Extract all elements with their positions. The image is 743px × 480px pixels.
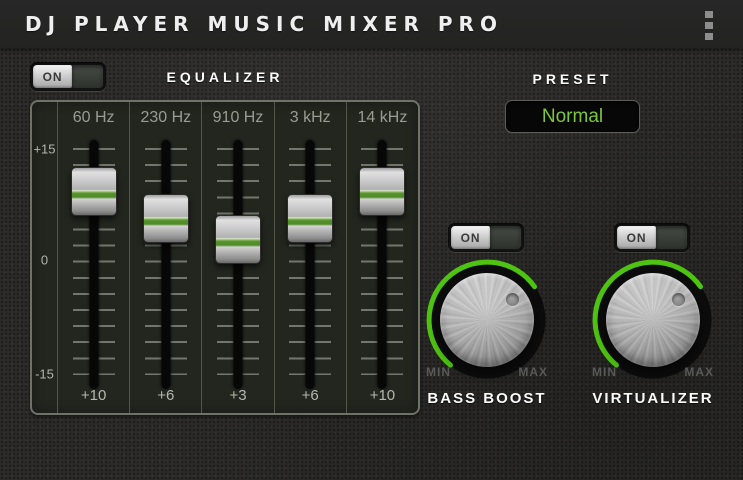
band-freq-label: 910 Hz (202, 109, 273, 127)
band-gain-label: +3 (202, 387, 273, 404)
knob-indicator-dot (672, 293, 685, 306)
band-freq-label: 14 kHz (347, 109, 418, 127)
preset-dropdown[interactable]: Normal (505, 100, 640, 133)
virtualizer-on-toggle[interactable]: ON (614, 223, 690, 252)
eq-slider-thumb[interactable] (287, 194, 333, 243)
band-freq-label: 230 Hz (130, 109, 201, 127)
min-label: MIN (592, 365, 617, 379)
eq-slider[interactable] (58, 138, 129, 392)
eq-slider-thumb[interactable] (215, 215, 261, 264)
preset-section-label: PRESET (505, 71, 640, 87)
scale-label-bottom: -15 (32, 367, 57, 382)
eq-slider-thumb[interactable] (71, 167, 117, 216)
toggle-track (656, 226, 687, 249)
eq-slider[interactable] (275, 138, 346, 392)
virtualizer-dial[interactable] (606, 273, 700, 367)
max-label: MAX (518, 365, 548, 379)
bass-boost-knob[interactable]: MIN MAX (422, 255, 552, 385)
eq-band-60hz: 60 Hz +10 (57, 102, 129, 413)
min-label: MIN (426, 365, 451, 379)
slider-track (306, 140, 315, 389)
band-freq-label: 60 Hz (58, 109, 129, 127)
eq-scale-column: +15 0 -15 (32, 102, 57, 413)
toggle-on-label: ON (617, 226, 656, 249)
bass-boost-on-toggle[interactable]: ON (448, 223, 524, 252)
eq-slider-thumb[interactable] (143, 194, 189, 243)
knob-indicator-dot (506, 293, 519, 306)
virtualizer-knob[interactable]: MIN MAX (588, 255, 718, 385)
slider-track (161, 140, 170, 389)
eq-band-14khz: 14 kHz +10 (346, 102, 418, 413)
max-label: MAX (684, 365, 714, 379)
scale-label-top: +15 (32, 142, 57, 157)
band-freq-label: 3 kHz (275, 109, 346, 127)
app-header: DJ PLAYER MUSIC MIXER PRO (0, 0, 743, 48)
overflow-menu-icon[interactable] (700, 9, 718, 41)
virtualizer-label: VIRTUALIZER (568, 390, 738, 407)
equalizer-panel: +15 0 -15 60 Hz +10 230 Hz +6 910 Hz (30, 100, 420, 415)
bass-boost-dial[interactable] (440, 273, 534, 367)
band-gain-label: +10 (58, 387, 129, 404)
app-title: DJ PLAYER MUSIC MIXER PRO (25, 0, 503, 48)
equalizer-section-label: EQUALIZER (30, 69, 420, 85)
slider-track (234, 140, 243, 389)
band-gain-label: +6 (130, 387, 201, 404)
eq-band-3khz: 3 kHz +6 (274, 102, 346, 413)
eq-slider[interactable] (202, 138, 273, 392)
eq-slider[interactable] (130, 138, 201, 392)
eq-slider-thumb[interactable] (359, 167, 405, 216)
toggle-on-label: ON (451, 226, 490, 249)
band-gain-label: +6 (275, 387, 346, 404)
bass-boost-label: BASS BOOST (402, 390, 572, 407)
eq-band-230hz: 230 Hz +6 (129, 102, 201, 413)
eq-slider[interactable] (347, 138, 418, 392)
scale-label-mid: 0 (32, 253, 57, 268)
toggle-track (490, 226, 521, 249)
app-screen: DJ PLAYER MUSIC MIXER PRO ON EQUALIZER P… (0, 0, 743, 480)
eq-band-910hz: 910 Hz +3 (201, 102, 273, 413)
